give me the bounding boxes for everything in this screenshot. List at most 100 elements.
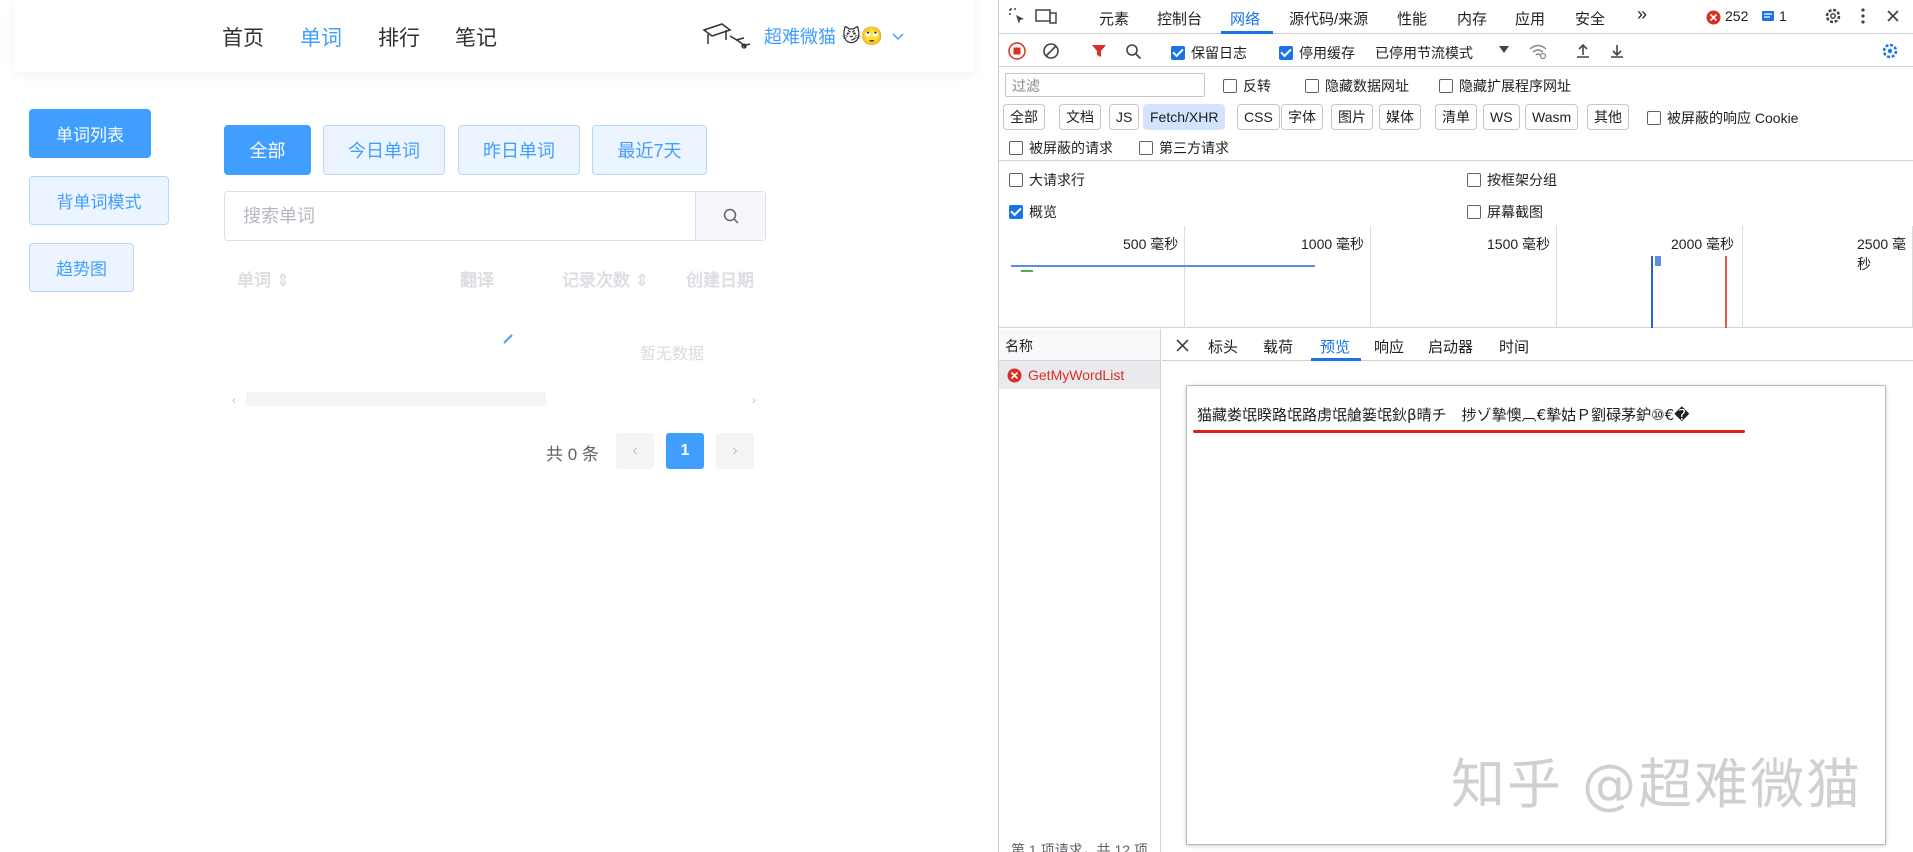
close-icon[interactable]: [1883, 6, 1903, 26]
type-all[interactable]: 全部: [1003, 104, 1045, 130]
nav-ranking[interactable]: 排行: [378, 22, 420, 52]
type-ws[interactable]: WS: [1483, 104, 1520, 130]
download-icon[interactable]: [1607, 41, 1627, 61]
detail-tab-initiator[interactable]: 启动器: [1428, 336, 1473, 357]
table-scrollbar[interactable]: [246, 392, 546, 406]
inspect-element-icon[interactable]: [1007, 6, 1027, 26]
type-wasm[interactable]: Wasm: [1525, 104, 1579, 130]
search-icon[interactable]: [1123, 41, 1143, 61]
type-fetch-xhr[interactable]: Fetch/XHR: [1143, 104, 1226, 130]
nav-home[interactable]: 首页: [222, 22, 264, 52]
network-overview-timeline[interactable]: 500 毫秒 1000 毫秒 1500 毫秒 2000 毫秒 2500 毫秒: [999, 226, 1913, 328]
request-name: GetMyWordList: [1028, 367, 1125, 383]
tab-network[interactable]: 网络: [1230, 8, 1260, 29]
record-stop-icon[interactable]: [1007, 41, 1027, 61]
throttle-select[interactable]: 已停用节流模式: [1375, 43, 1473, 63]
search-button[interactable]: [695, 192, 765, 240]
dom-content-loaded-marker: [1651, 256, 1653, 328]
network-settings-gear-icon[interactable]: [1879, 41, 1901, 61]
timeline-bar: [1011, 265, 1315, 267]
web-app: 首页 单词 排行 笔记 超难微猫 😼🙄 单词列表 背单词模式 趋势图 全部 今日…: [0, 0, 998, 852]
screenshot-checkbox[interactable]: 屏幕截图: [1467, 202, 1543, 222]
hide-data-urls-checkbox[interactable]: 隐藏数据网址: [1305, 76, 1409, 96]
devtools-tab-bar: 元素 控制台 网络 源代码/来源 性能 内存 应用 安全 » 252 1: [999, 0, 1913, 34]
devtools-panel: 元素 控制台 网络 源代码/来源 性能 内存 应用 安全 » 252 1 保留日…: [998, 0, 1913, 852]
overview-checkbox[interactable]: 概览: [1009, 202, 1057, 222]
tab-console[interactable]: 控制台: [1157, 8, 1202, 29]
error-count: 252: [1725, 8, 1749, 24]
filter-all[interactable]: 全部: [224, 125, 311, 175]
gear-icon[interactable]: [1823, 6, 1843, 26]
request-row[interactable]: GetMyWordList: [999, 361, 1161, 389]
tab-security[interactable]: 安全: [1575, 8, 1605, 29]
user-menu[interactable]: 超难微猫 😼🙄: [700, 18, 905, 54]
sidebar-study-mode[interactable]: 背单词模式: [29, 176, 169, 225]
detail-tab-response[interactable]: 响应: [1374, 336, 1404, 357]
search-input[interactable]: [225, 192, 695, 240]
message-icon[interactable]: [1761, 10, 1775, 24]
tab-sources[interactable]: 源代码/来源: [1289, 8, 1368, 29]
more-tabs-icon[interactable]: »: [1637, 4, 1647, 25]
active-detail-tab-indicator: [1311, 358, 1361, 361]
hide-extension-urls-checkbox[interactable]: 隐藏扩展程序网址: [1439, 76, 1571, 96]
close-detail-icon[interactable]: [1174, 337, 1190, 353]
pager-prev-button[interactable]: ‹: [616, 433, 654, 469]
detail-tab-headers[interactable]: 标头: [1208, 336, 1238, 357]
message-count: 1: [1779, 8, 1787, 24]
tab-elements[interactable]: 元素: [1099, 8, 1129, 29]
timeline-label-500: 500 毫秒: [1123, 236, 1179, 252]
tab-performance[interactable]: 性能: [1397, 8, 1427, 29]
clear-icon[interactable]: [1041, 41, 1061, 61]
filter-input[interactable]: 过滤: [1005, 73, 1205, 97]
col-count[interactable]: 记录次数 ⇕: [562, 266, 649, 291]
filter-icon[interactable]: [1089, 41, 1109, 61]
user-logo-icon: [702, 23, 751, 49]
timeline-label-2500: 2500 毫秒: [1857, 236, 1907, 272]
tab-memory[interactable]: 内存: [1457, 8, 1487, 29]
disable-cache-checkbox[interactable]: 停用缓存: [1279, 43, 1355, 63]
type-manifest[interactable]: 清单: [1435, 104, 1477, 130]
type-img[interactable]: 图片: [1331, 104, 1373, 130]
filter-today[interactable]: 今日单词: [323, 125, 445, 175]
big-rows-checkbox[interactable]: 大请求行: [1009, 170, 1085, 190]
third-party-checkbox[interactable]: 第三方请求: [1139, 138, 1229, 158]
col-word[interactable]: 单词 ⇕: [237, 266, 290, 291]
network-conditions-icon[interactable]: [1527, 41, 1549, 61]
error-icon[interactable]: [1705, 9, 1721, 25]
filter-yesterday[interactable]: 昨日单词: [458, 125, 580, 175]
type-other[interactable]: 其他: [1587, 104, 1629, 130]
detail-tab-payload[interactable]: 载荷: [1263, 336, 1293, 357]
nav-notes[interactable]: 笔记: [455, 22, 497, 52]
type-doc[interactable]: 文档: [1059, 104, 1101, 130]
pager-next-button[interactable]: ›: [716, 433, 754, 469]
sidebar-word-list[interactable]: 单词列表: [29, 109, 151, 158]
timeline-label-2000: 2000 毫秒: [1671, 236, 1735, 252]
type-js[interactable]: JS: [1109, 104, 1140, 130]
pager-current-page[interactable]: 1: [666, 433, 704, 469]
name-column-header[interactable]: 名称: [999, 329, 1161, 361]
detail-tab-preview[interactable]: 预览: [1320, 336, 1350, 357]
request-list: [999, 389, 1161, 852]
filter-7days[interactable]: 最近7天: [592, 125, 707, 175]
scroll-right-icon[interactable]: ›: [752, 393, 756, 407]
upload-icon[interactable]: [1573, 41, 1593, 61]
blocked-requests-checkbox[interactable]: 被屏蔽的请求: [1009, 138, 1113, 158]
invert-checkbox[interactable]: 反转: [1223, 76, 1271, 96]
preserve-log-checkbox[interactable]: 保留日志: [1171, 43, 1247, 63]
type-media[interactable]: 媒体: [1379, 104, 1421, 130]
search-icon: [723, 208, 739, 224]
type-font[interactable]: 字体: [1281, 104, 1323, 130]
sidebar-trend-chart[interactable]: 趋势图: [29, 243, 134, 292]
detail-tab-timing[interactable]: 时间: [1499, 336, 1529, 357]
tab-application[interactable]: 应用: [1515, 8, 1545, 29]
device-toolbar-icon[interactable]: [1035, 6, 1057, 26]
blocked-cookie-checkbox[interactable]: 被屏蔽的响应 Cookie: [1647, 108, 1798, 128]
chevron-down-icon[interactable]: [891, 29, 905, 43]
col-created: 创建日期: [686, 271, 754, 290]
chevron-down-icon[interactable]: [1497, 43, 1511, 57]
kebab-menu-icon[interactable]: [1855, 6, 1871, 26]
nav-words[interactable]: 单词: [300, 22, 342, 52]
type-css[interactable]: CSS: [1237, 104, 1280, 130]
scroll-left-icon[interactable]: ‹: [232, 393, 236, 407]
group-by-frame-checkbox[interactable]: 按框架分组: [1467, 170, 1557, 190]
